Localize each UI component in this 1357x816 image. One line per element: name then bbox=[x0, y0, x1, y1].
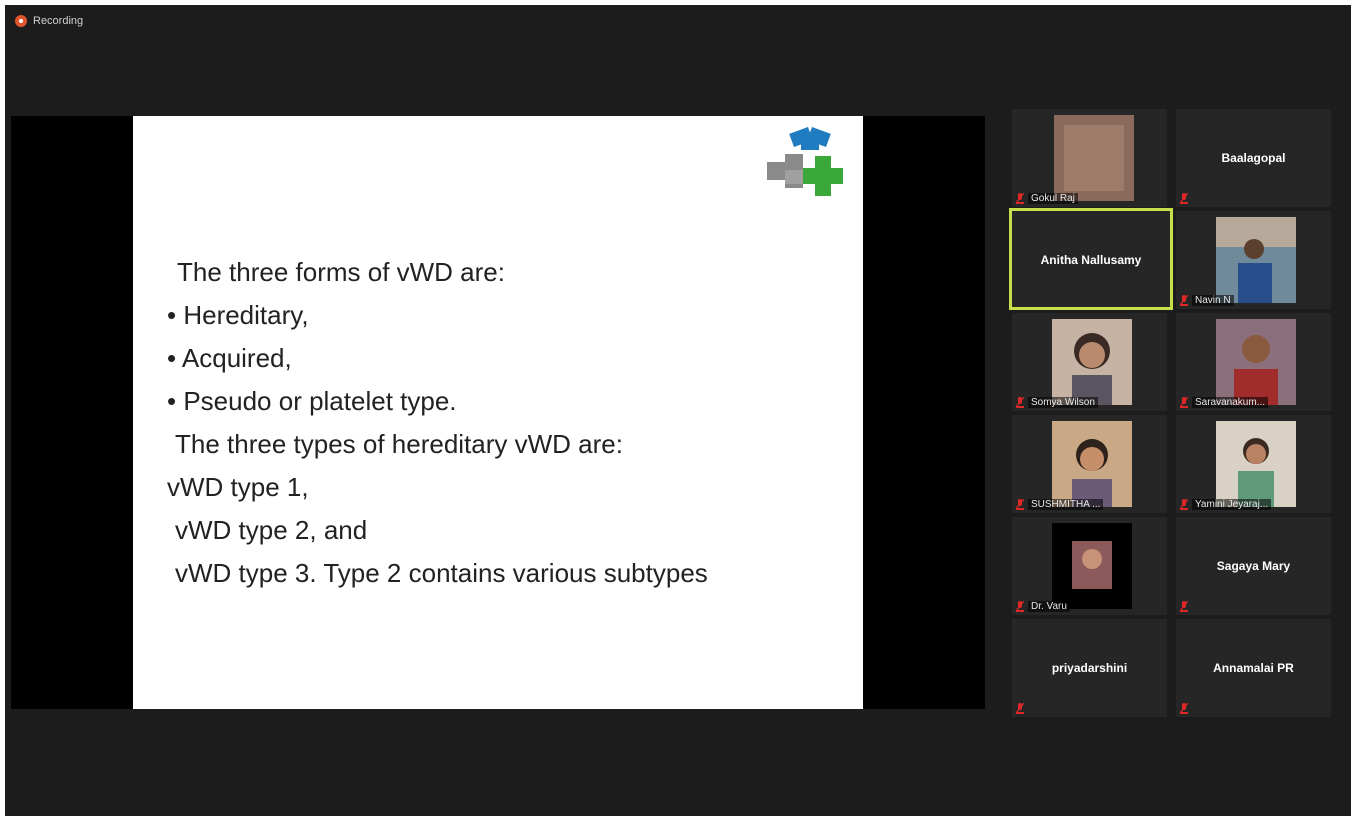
participant-label: Gokul Raj bbox=[1016, 193, 1078, 204]
slide-line: vWD type 3. Type 2 contains various subt… bbox=[175, 558, 708, 588]
slide-bullet: • Acquired, bbox=[167, 343, 292, 373]
participant-tile-navin-n[interactable]: Navin N bbox=[1176, 211, 1331, 309]
participant-label bbox=[1180, 703, 1188, 714]
participant-name: Baalagopal bbox=[1221, 151, 1286, 165]
mic-muted-icon bbox=[1016, 397, 1024, 408]
slide-logo-icon bbox=[767, 127, 843, 196]
participant-label bbox=[1016, 703, 1024, 714]
participant-tile-anitha-nallusamy[interactable]: Anitha Nallusamy bbox=[1009, 208, 1173, 310]
participant-tile-priyadarshini[interactable]: priyadarshini bbox=[1012, 619, 1167, 717]
participant-label: Somya Wilson bbox=[1016, 397, 1098, 408]
meeting-window: Recording The three forms of vWD are: • … bbox=[5, 5, 1351, 816]
participant-tile-dr-varu[interactable]: Dr. Varu bbox=[1012, 517, 1167, 615]
recording-indicator: Recording bbox=[15, 15, 83, 27]
participant-video bbox=[1216, 217, 1296, 303]
presentation-slide: The three forms of vWD are: • Hereditary… bbox=[133, 116, 863, 709]
participant-label: SUSHMITHA ... bbox=[1016, 499, 1104, 510]
participant-tile-baalagopal[interactable]: Baalagopal bbox=[1176, 109, 1331, 207]
participant-tile-sushmitha[interactable]: SUSHMITHA ... bbox=[1012, 415, 1167, 513]
mic-muted-icon bbox=[1180, 601, 1188, 612]
participant-video bbox=[1052, 523, 1132, 609]
participant-name: priyadarshini bbox=[1051, 661, 1128, 675]
mic-muted-icon bbox=[1180, 193, 1188, 204]
participant-tile-annamalai-pr[interactable]: Annamalai PR bbox=[1176, 619, 1331, 717]
slide-bullet: • Hereditary, bbox=[167, 300, 309, 330]
participant-video bbox=[1054, 115, 1134, 201]
participant-label: Dr. Varu bbox=[1016, 601, 1070, 612]
participant-label: Saravanakum... bbox=[1180, 397, 1269, 408]
mic-muted-icon bbox=[1180, 703, 1188, 714]
participant-label bbox=[1180, 601, 1188, 612]
participant-tile-sagaya-mary[interactable]: Sagaya Mary bbox=[1176, 517, 1331, 615]
participant-tile-saravanakum[interactable]: Saravanakum... bbox=[1176, 313, 1331, 411]
mic-muted-icon bbox=[1016, 601, 1024, 612]
mic-muted-icon bbox=[1180, 295, 1188, 306]
slide-body-text: The three forms of vWD are: • Hereditary… bbox=[167, 251, 708, 595]
participant-tile-somya-wilson[interactable]: Somya Wilson bbox=[1012, 313, 1167, 411]
recording-label: Recording bbox=[33, 15, 84, 27]
slide-line: The three forms of vWD are: bbox=[177, 257, 505, 287]
participant-name: Annamalai PR bbox=[1213, 661, 1294, 675]
screen-share-area: The three forms of vWD are: • Hereditary… bbox=[11, 116, 985, 709]
slide-bullet: • Pseudo or platelet type. bbox=[167, 386, 457, 416]
recording-dot-icon bbox=[15, 15, 27, 27]
slide-line: The three types of hereditary vWD are: bbox=[175, 429, 623, 459]
mic-muted-icon bbox=[1180, 499, 1188, 510]
slide-line: vWD type 1, bbox=[167, 472, 309, 502]
participant-label bbox=[1180, 193, 1188, 204]
participant-tile-yamini-jeyaraj[interactable]: Yamini Jeyaraj... bbox=[1176, 415, 1331, 513]
participant-video bbox=[1052, 421, 1132, 507]
participant-label: Yamini Jeyaraj... bbox=[1180, 499, 1272, 510]
participant-video bbox=[1216, 421, 1296, 507]
participant-tile-gokul-raj[interactable]: Gokul Raj bbox=[1012, 109, 1167, 207]
mic-muted-icon bbox=[1016, 703, 1024, 714]
participant-name: Anitha Nallusamy bbox=[1040, 253, 1142, 267]
mic-muted-icon bbox=[1180, 397, 1188, 408]
mic-muted-icon bbox=[1016, 499, 1024, 510]
mic-muted-icon bbox=[1016, 193, 1024, 204]
participant-label: Navin N bbox=[1180, 295, 1234, 306]
participant-video bbox=[1052, 319, 1132, 405]
participant-video bbox=[1216, 319, 1296, 405]
participant-name: Sagaya Mary bbox=[1216, 559, 1291, 573]
slide-line: vWD type 2, and bbox=[175, 515, 368, 545]
